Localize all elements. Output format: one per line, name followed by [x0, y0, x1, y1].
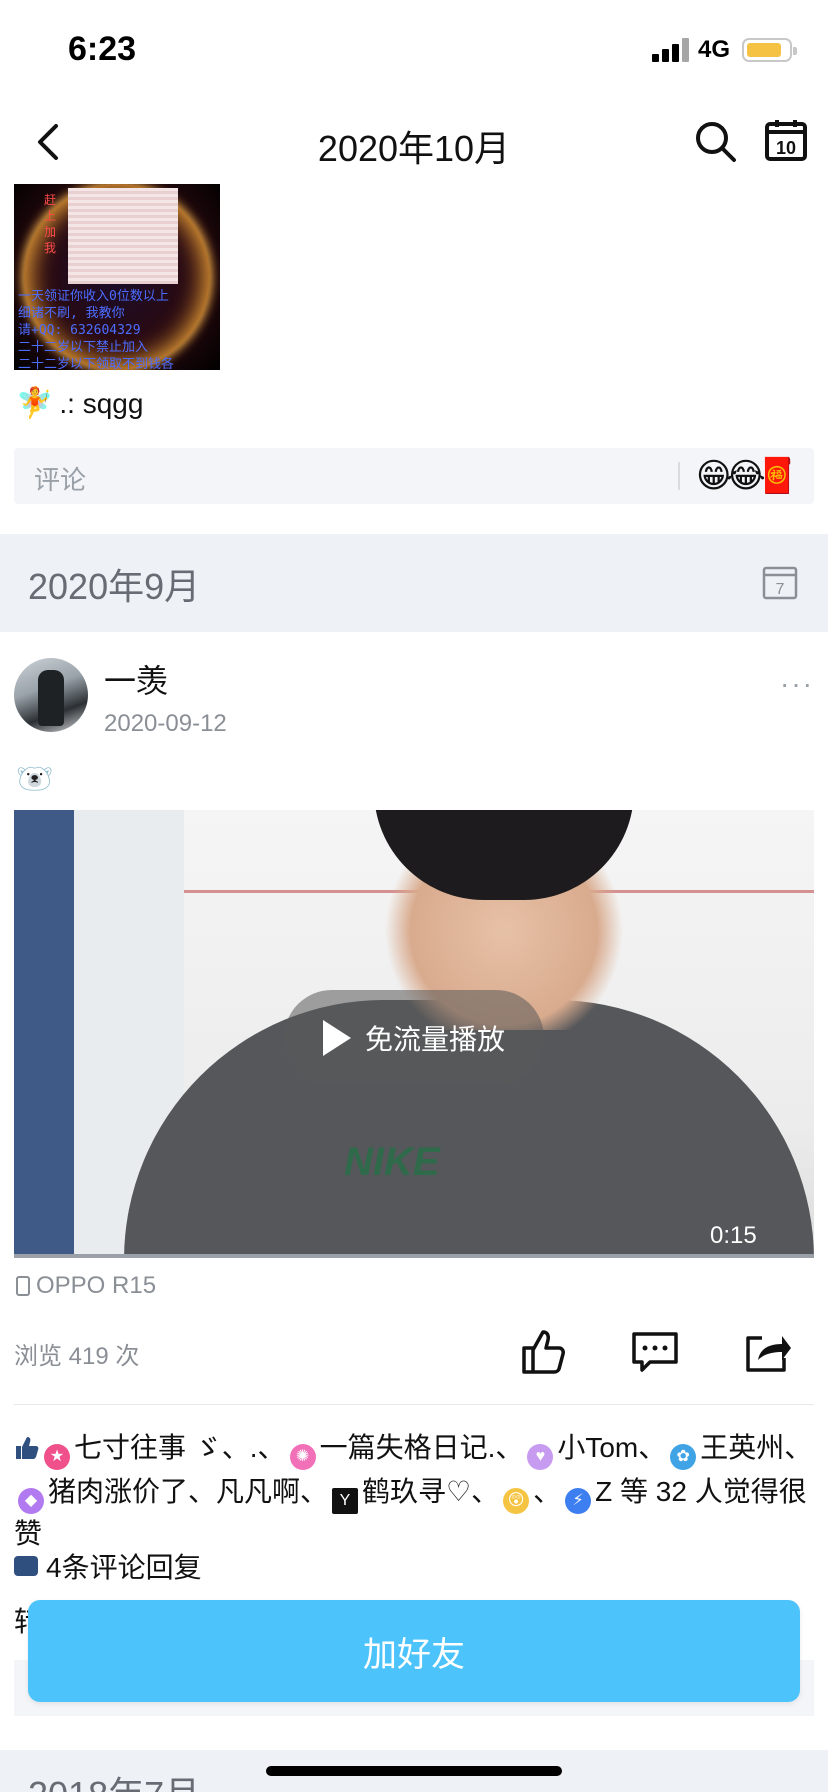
divider: [678, 462, 680, 490]
video-player[interactable]: NIKE 免流量播放 0:15: [14, 810, 814, 1258]
comment-placeholder: 评论: [34, 465, 87, 495]
calendar-day: 7: [776, 581, 785, 598]
home-indicator[interactable]: [266, 1766, 562, 1776]
liker-name[interactable]: 一篇失格日记.、: [320, 1432, 524, 1463]
user-badge-icon: ◆: [18, 1488, 44, 1514]
fairy-icon: 🧚: [16, 387, 54, 420]
month-section-header: 2020年9月 7: [0, 534, 828, 632]
add-friend-button[interactable]: 加好友: [28, 1600, 800, 1702]
like-button[interactable]: [518, 1326, 568, 1376]
thumbs-up-icon: [14, 1432, 40, 1472]
calendar-icon: 7: [762, 566, 798, 600]
month-calendar-button[interactable]: 7: [762, 564, 798, 600]
user-badge-icon: ⚡: [565, 1488, 592, 1514]
more-options-button[interactable]: ···: [780, 668, 814, 700]
share-button[interactable]: [742, 1326, 792, 1376]
search-button[interactable]: [692, 118, 738, 164]
chevron-left-icon: [38, 124, 58, 160]
navigation-bar: 2020年10月 10: [0, 100, 828, 184]
play-label: 免流量播放: [364, 1024, 505, 1055]
liker-name[interactable]: Z 等 32 人: [595, 1476, 723, 1507]
month-title: 2020年9月: [28, 566, 201, 607]
video-duration: 0:15: [710, 1222, 757, 1249]
likes-list: ★ 七寸往事 ゞ、.、 ✺ 一篇失格日记.、 ♥ 小Tom、 ✿ 王英州、 ◆ 猪肉涨价了、凡凡啊…: [14, 1428, 814, 1554]
post-content-emoji: 🐻‍❄️: [16, 763, 54, 796]
post-image[interactable]: 赶上加我 一天领证你收入0位数以上 细诸不刷, 我教你 请+QQ: 632604…: [14, 184, 220, 370]
author-name[interactable]: 一羡: [104, 656, 168, 702]
battery-icon: [742, 38, 797, 62]
user-badge-icon: ♥: [527, 1444, 554, 1470]
user-badge-icon: Y: [332, 1488, 359, 1514]
liker-name[interactable]: 鹤玖寻♡、: [362, 1476, 499, 1507]
network-type: 4G: [698, 36, 731, 63]
liker-name[interactable]: 、: [533, 1476, 561, 1507]
post-date: 2020-09-12: [104, 710, 227, 737]
comment-summary[interactable]: 4条评论回复: [14, 1546, 202, 1586]
user-badge-icon: ✿: [670, 1444, 697, 1470]
liker-name[interactable]: 王英州、: [700, 1432, 812, 1463]
search-icon: [696, 122, 736, 162]
tagged-user[interactable]: 🧚 .: sqgg: [16, 386, 143, 421]
svg-text:10: 10: [776, 138, 796, 158]
comment-input[interactable]: 评论 😁 😂 🧧: [14, 448, 814, 504]
shirt-logo: NIKE: [344, 1140, 440, 1184]
comment-button[interactable]: [630, 1326, 680, 1376]
liker-name[interactable]: 七寸往事 ゞ、.、: [74, 1432, 286, 1463]
device-info: OPPO R15: [16, 1272, 156, 1300]
calendar-icon: 10: [765, 120, 807, 161]
play-button[interactable]: 免流量播放: [284, 990, 544, 1086]
avatar[interactable]: [14, 658, 88, 732]
device-name: OPPO R15: [36, 1272, 157, 1299]
calendar-button[interactable]: 10: [764, 118, 808, 162]
emoji-redpacket-icon[interactable]: 🧧: [756, 456, 798, 496]
user-badge-icon: ✺: [289, 1444, 316, 1470]
liker-name[interactable]: 小Tom、: [557, 1432, 666, 1463]
status-time: 6:23: [68, 30, 137, 68]
status-bar: 6:23 4G: [0, 0, 828, 100]
phone-icon: [16, 1276, 30, 1296]
user-badge-icon: 😲: [503, 1488, 530, 1514]
video-progress-bar[interactable]: [14, 1254, 814, 1258]
view-count: 浏览 419 次: [14, 1343, 140, 1370]
back-button[interactable]: [30, 120, 70, 164]
tagged-user-name: .: sqgg: [59, 387, 144, 419]
user-badge-icon: ★: [44, 1444, 70, 1470]
image-text: 一天领证你收入0位数以上 细诸不刷, 我教你 请+QQ: 632604329 二…: [18, 289, 175, 370]
comment-summary-text: 4条评论回复: [46, 1552, 202, 1583]
divider: [14, 1404, 814, 1405]
liker-name[interactable]: 猪肉涨价了、凡凡啊、: [48, 1476, 328, 1507]
share-icon: [746, 1336, 791, 1372]
comment-bubble-icon: [14, 1556, 38, 1576]
comment-icon: [632, 1332, 678, 1372]
cellular-signal-icon: [652, 38, 690, 62]
image-side-text: 赶上加我: [44, 193, 57, 255]
month-title: 2018年7月: [28, 1766, 200, 1792]
play-icon: [322, 1020, 351, 1056]
thumbs-up-icon: [522, 1330, 565, 1374]
